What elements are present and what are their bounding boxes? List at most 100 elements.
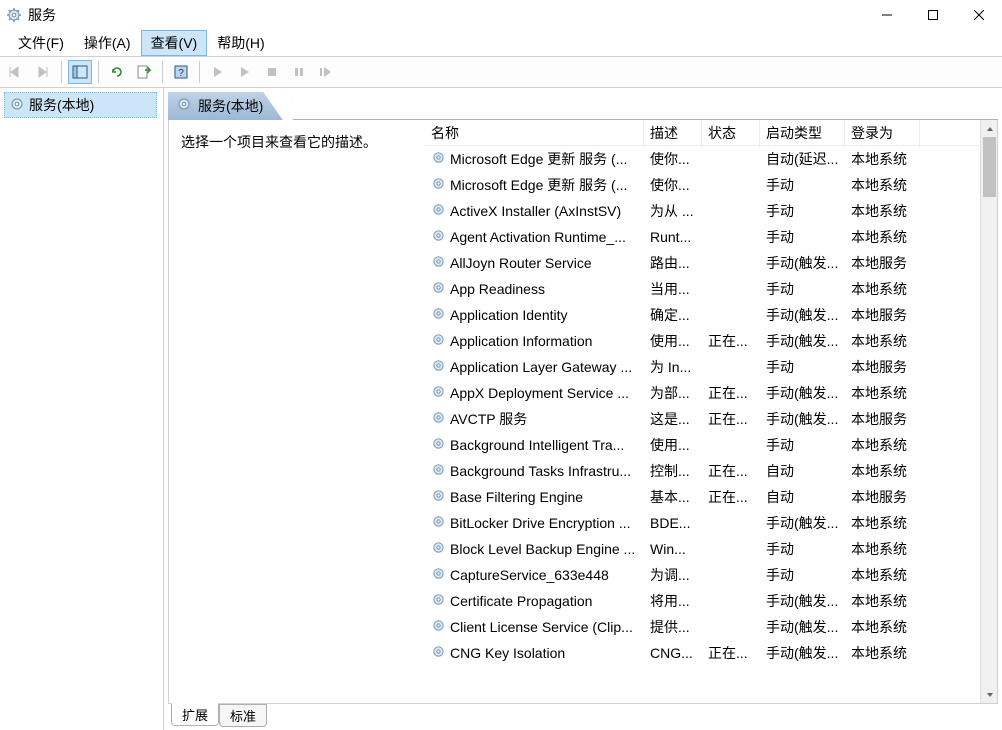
service-row[interactable]: Background Intelligent Tra... 使用... 手动本地系统 <box>425 432 980 458</box>
cell-state: 正在... <box>702 381 760 405</box>
bottom-tabs: 扩展 标准 <box>168 704 998 726</box>
cell-state <box>702 183 760 187</box>
cell-description: 将用... <box>644 589 702 613</box>
cell-name-text: Base Filtering Engine <box>450 489 583 505</box>
cell-description: 确定... <box>644 303 702 327</box>
minimize-button[interactable] <box>864 0 910 30</box>
maximize-button[interactable] <box>910 0 956 30</box>
scrollbar-up-button[interactable] <box>981 120 997 137</box>
cell-state <box>702 547 760 551</box>
menu-view[interactable]: 查看(V) <box>141 30 208 56</box>
cell-startup: 手动(触发... <box>760 381 845 405</box>
service-row[interactable]: Agent Activation Runtime_...Runt...手动本地系… <box>425 224 980 250</box>
cell-logon: 本地系统 <box>845 147 920 171</box>
cell-description: 为部... <box>644 381 702 405</box>
cell-description: 使你... <box>644 173 702 197</box>
description-pane: 选择一个项目来查看它的描述。 <box>169 120 425 703</box>
service-row[interactable]: BitLocker Drive Encryption ...BDE...手动(触… <box>425 510 980 536</box>
tree-root-services-local[interactable]: 服务(本地) <box>4 92 157 118</box>
tab-standard[interactable]: 标准 <box>219 704 267 727</box>
cell-name-text: ActiveX Installer (AxInstSV) <box>450 203 621 219</box>
cell-state: 正在... <box>702 459 760 483</box>
service-row[interactable]: CaptureService_633e448为调...手动本地系统 <box>425 562 980 588</box>
refresh-button[interactable] <box>105 60 129 84</box>
service-icon <box>431 540 446 558</box>
cell-name: Block Level Backup Engine ... <box>425 538 644 560</box>
service-row[interactable]: Microsoft Edge 更新 服务 (...使你...自动(延迟...本地… <box>425 146 980 172</box>
service-row[interactable]: AllJoyn Router Service路由...手动(触发...本地服务 <box>425 250 980 276</box>
help-button[interactable]: ? <box>169 60 193 84</box>
cell-startup: 自动(延迟... <box>760 147 845 171</box>
nav-forward-button[interactable] <box>31 60 55 84</box>
service-icon <box>431 332 446 350</box>
cell-startup: 手动 <box>760 433 845 457</box>
service-row[interactable]: Block Level Backup Engine ...Win...手动本地系… <box>425 536 980 562</box>
cell-logon: 本地系统 <box>845 511 920 535</box>
cell-name-text: Certificate Propagation <box>450 593 592 609</box>
service-row[interactable]: Client License Service (Clip...提供...手动(触… <box>425 614 980 640</box>
close-button[interactable] <box>956 0 1002 30</box>
column-header-startup[interactable]: 启动类型 <box>760 120 845 147</box>
cell-name: CNG Key Isolation <box>425 642 644 664</box>
column-header-name[interactable]: 名称 <box>425 120 644 147</box>
services-list[interactable]: 名称 描述 状态 启动类型 登录为 Microsoft Edge 更新 服务 (… <box>425 120 980 703</box>
column-header-description[interactable]: 描述 <box>644 120 702 147</box>
cell-name-text: Agent Activation Runtime_... <box>450 229 626 245</box>
cell-state <box>702 443 760 447</box>
nav-back-button[interactable] <box>4 60 28 84</box>
restart-service-button[interactable] <box>314 60 338 84</box>
stop-service-button[interactable] <box>260 60 284 84</box>
scrollbar-down-button[interactable] <box>981 686 997 703</box>
service-row[interactable]: App Readiness当用...手动本地系统 <box>425 276 980 302</box>
service-row[interactable]: Application Information使用...正在...手动(触发..… <box>425 328 980 354</box>
service-icon <box>431 202 446 220</box>
service-row[interactable]: Application Identity确定...手动(触发...本地服务 <box>425 302 980 328</box>
cell-description: 使用... <box>644 433 702 457</box>
start-service-alt-button[interactable] <box>233 60 257 84</box>
menu-help[interactable]: 帮助(H) <box>207 30 274 56</box>
service-icon <box>431 228 446 246</box>
service-icon <box>431 254 446 272</box>
service-row[interactable]: Application Layer Gateway ...为 In...手动本地… <box>425 354 980 380</box>
cell-description: Runt... <box>644 227 702 247</box>
cell-startup: 手动 <box>760 537 845 561</box>
cell-state <box>702 625 760 629</box>
cell-name-text: Background Intelligent Tra... <box>450 437 624 453</box>
svg-text:?: ? <box>178 68 184 79</box>
service-row[interactable]: Background Tasks Infrastru...控制...正在...自… <box>425 458 980 484</box>
column-header-logon[interactable]: 登录为 <box>845 120 920 147</box>
service-row[interactable]: Certificate Propagation将用...手动(触发...本地系统 <box>425 588 980 614</box>
service-icon <box>431 462 446 480</box>
scrollbar-thumb[interactable] <box>983 137 996 197</box>
service-row[interactable]: ActiveX Installer (AxInstSV)为从 ...手动本地系统 <box>425 198 980 224</box>
toolbar-separator <box>199 61 200 83</box>
cell-state <box>702 521 760 525</box>
service-row[interactable]: Microsoft Edge 更新 服务 (...使你...手动本地系统 <box>425 172 980 198</box>
start-service-button[interactable] <box>206 60 230 84</box>
service-row[interactable]: AVCTP 服务这是...正在...手动(触发...本地服务 <box>425 406 980 432</box>
cell-startup: 手动 <box>760 355 845 379</box>
cell-logon: 本地系统 <box>845 199 920 223</box>
cell-description: 使你... <box>644 147 702 171</box>
cell-logon: 本地系统 <box>845 225 920 249</box>
cell-logon: 本地系统 <box>845 433 920 457</box>
column-header-state[interactable]: 状态 <box>702 120 760 147</box>
service-row[interactable]: CNG Key IsolationCNG...正在...手动(触发...本地系统 <box>425 640 980 666</box>
tab-extended[interactable]: 扩展 <box>171 703 219 726</box>
menu-action[interactable]: 操作(A) <box>74 30 141 56</box>
menu-file[interactable]: 文件(F) <box>8 30 74 56</box>
service-row[interactable]: AppX Deployment Service ...为部...正在...手动(… <box>425 380 980 406</box>
cell-logon: 本地服务 <box>845 251 920 275</box>
cell-name: BitLocker Drive Encryption ... <box>425 512 644 534</box>
cell-logon: 本地系统 <box>845 641 920 665</box>
list-wrap: 名称 描述 状态 启动类型 登录为 Microsoft Edge 更新 服务 (… <box>425 120 997 703</box>
cell-name-text: AVCTP 服务 <box>450 409 527 429</box>
title-bar: 服务 <box>0 0 1002 30</box>
export-list-button[interactable] <box>132 60 156 84</box>
show-tree-button[interactable] <box>68 60 92 84</box>
right-panel: 服务(本地) 选择一个项目来查看它的描述。 名称 描述 状态 启动类型 登录为 <box>164 88 1002 730</box>
cell-description: 当用... <box>644 277 702 301</box>
pause-service-button[interactable] <box>287 60 311 84</box>
service-row[interactable]: Base Filtering Engine基本...正在...自动本地服务 <box>425 484 980 510</box>
vertical-scrollbar[interactable] <box>980 120 997 703</box>
